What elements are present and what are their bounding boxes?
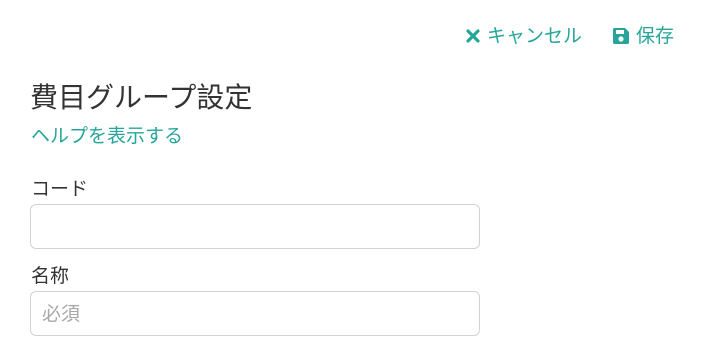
cancel-button-label: キャンセル [486,25,582,47]
save-button[interactable]: 保存 [612,22,674,50]
cancel-button[interactable]: キャンセル [465,22,582,50]
code-field-label: コード [31,178,89,200]
name-field-label: 名称 [31,265,70,287]
page-title: 費目グループ設定 [30,81,253,114]
name-input[interactable] [30,291,480,336]
close-icon [465,28,481,44]
toolbar: キャンセル 保存 [465,22,674,50]
save-button-label: 保存 [635,25,674,47]
floppy-disk-icon [612,27,630,45]
code-input[interactable] [30,204,480,249]
help-link[interactable]: ヘルプを表示する [31,123,183,149]
